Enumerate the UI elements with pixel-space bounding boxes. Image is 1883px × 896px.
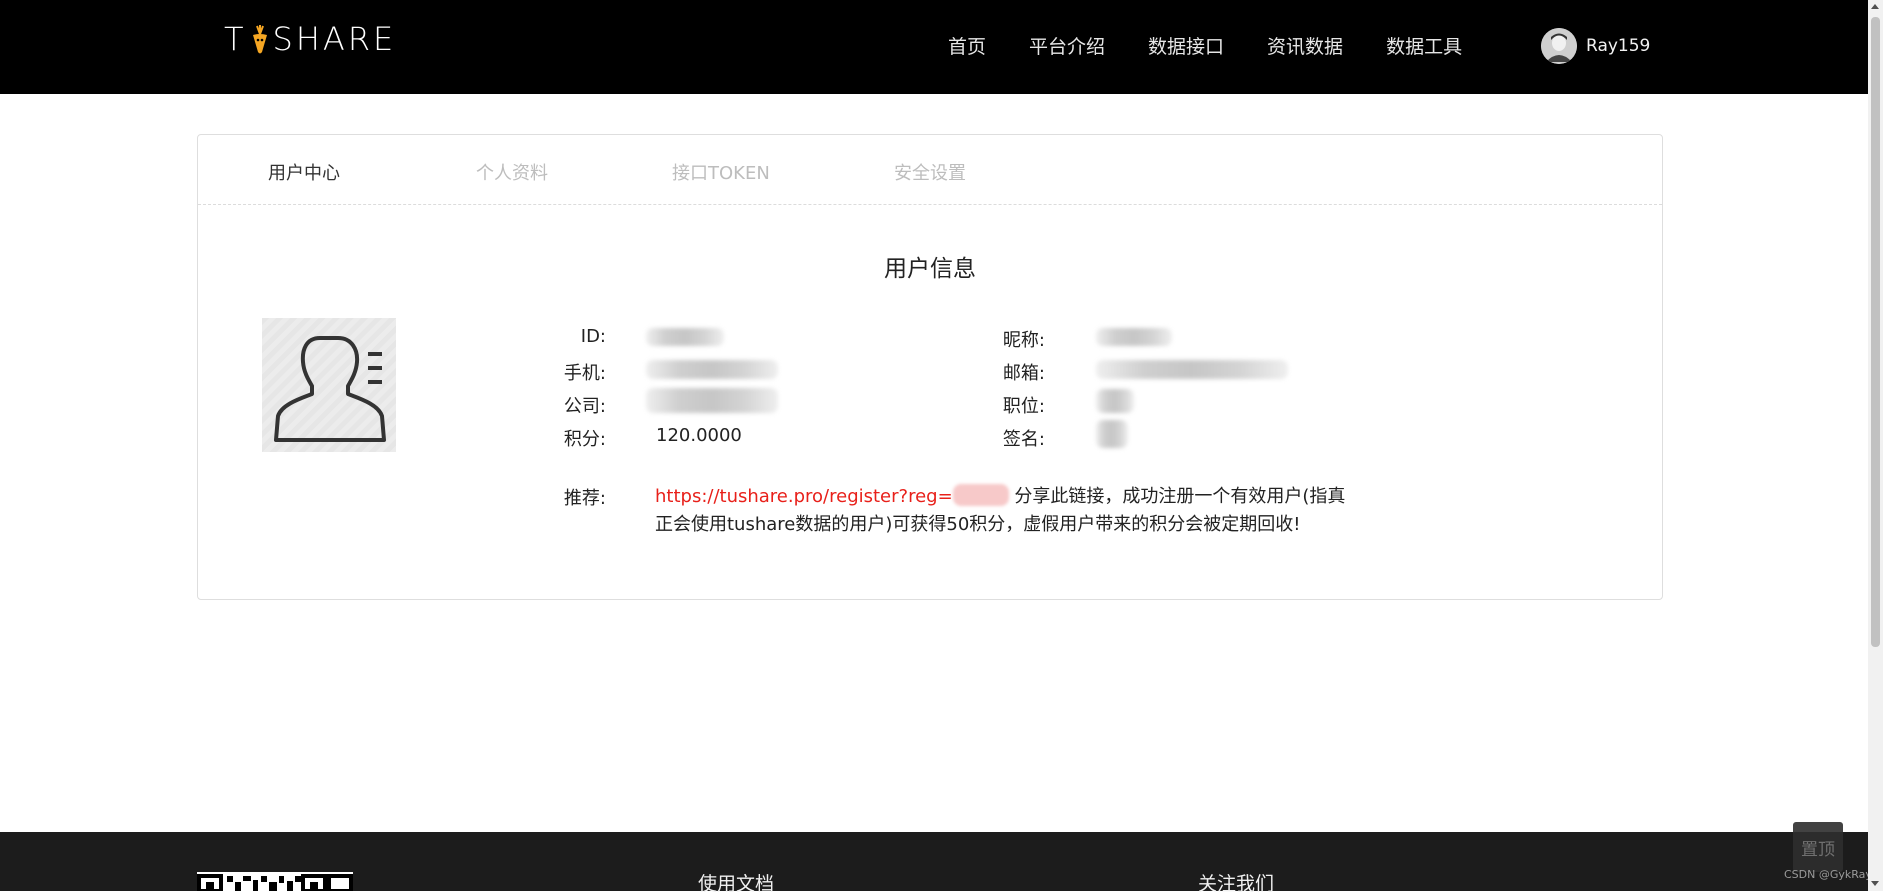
- nickname-value-redacted: [1096, 328, 1172, 346]
- scroll-up-arrow-icon[interactable]: [1871, 4, 1879, 9]
- company-label: 公司:: [563, 396, 606, 417]
- nav-data-tools[interactable]: 数据工具: [1386, 32, 1462, 59]
- carrot-icon: [249, 25, 271, 54]
- user-center-card: 用户中心 个人资料 接口TOKEN 安全设置 用户信息 ID: 手机: 公司: …: [197, 134, 1663, 600]
- id-label: ID:: [580, 326, 606, 347]
- referral-label: 推荐:: [563, 488, 606, 509]
- logo-letters-share: SHARE: [272, 20, 397, 58]
- company-value-redacted: [646, 388, 778, 413]
- tab-user-center[interactable]: 用户中心: [268, 159, 340, 185]
- nav-news-data[interactable]: 资讯数据: [1267, 32, 1343, 59]
- csdn-watermark: CSDN @GykRay: [1784, 868, 1872, 881]
- nav-home[interactable]: 首页: [948, 32, 986, 59]
- tushare-logo[interactable]: T SHARE: [224, 20, 397, 58]
- vertical-scrollbar[interactable]: [1868, 0, 1883, 891]
- back-to-top-button[interactable]: 置顶: [1793, 822, 1843, 872]
- points-value: 120.0000: [656, 425, 742, 446]
- nickname-label: 昵称:: [1002, 330, 1045, 351]
- tab-api-token[interactable]: 接口TOKEN: [672, 159, 770, 185]
- points-label: 积分:: [563, 429, 606, 450]
- footer-docs-heading[interactable]: 使用文档: [698, 869, 774, 896]
- footer-follow-heading: 关注我们: [1198, 873, 1275, 895]
- profile-placeholder-icon: [262, 318, 396, 452]
- referral-text: https://tushare.pro/register?reg= 分享此链接，…: [655, 483, 1355, 539]
- top-navbar: T SHARE 首页 平台介绍 数据接口 资讯数据 数据工具 Ray159: [0, 0, 1868, 94]
- signature-label: 签名:: [1002, 429, 1045, 450]
- position-label: 职位:: [1002, 396, 1045, 417]
- user-menu[interactable]: Ray159: [1541, 28, 1650, 64]
- tab-security-settings[interactable]: 安全设置: [894, 159, 966, 185]
- id-value-redacted: [646, 328, 724, 346]
- phone-value-redacted: [646, 360, 778, 379]
- nav-platform-intro[interactable]: 平台介绍: [1029, 32, 1105, 59]
- avatar[interactable]: [1541, 28, 1577, 64]
- scroll-down-arrow-icon[interactable]: [1871, 881, 1879, 886]
- nav-data-api[interactable]: 数据接口: [1148, 32, 1224, 59]
- scroll-thumb[interactable]: [1871, 17, 1880, 647]
- email-value-redacted: [1096, 360, 1288, 379]
- phone-label: 手机:: [563, 363, 606, 384]
- referral-link[interactable]: https://tushare.pro/register?reg=: [655, 486, 953, 507]
- referral-code-redacted: [952, 484, 1009, 506]
- logo-letter-t: T: [224, 20, 247, 58]
- email-label: 邮箱:: [1002, 363, 1045, 384]
- main-nav: 首页 平台介绍 数据接口 资讯数据 数据工具: [948, 32, 1505, 59]
- section-title: 用户信息: [884, 256, 976, 282]
- position-value-redacted: [1096, 389, 1134, 413]
- qr-code-icon: [197, 872, 353, 891]
- signature-value-redacted: [1096, 420, 1128, 448]
- tab-profile[interactable]: 个人资料: [476, 159, 548, 185]
- tab-bar: 用户中心 个人资料 接口TOKEN 安全设置: [198, 135, 1662, 205]
- username[interactable]: Ray159: [1586, 36, 1650, 56]
